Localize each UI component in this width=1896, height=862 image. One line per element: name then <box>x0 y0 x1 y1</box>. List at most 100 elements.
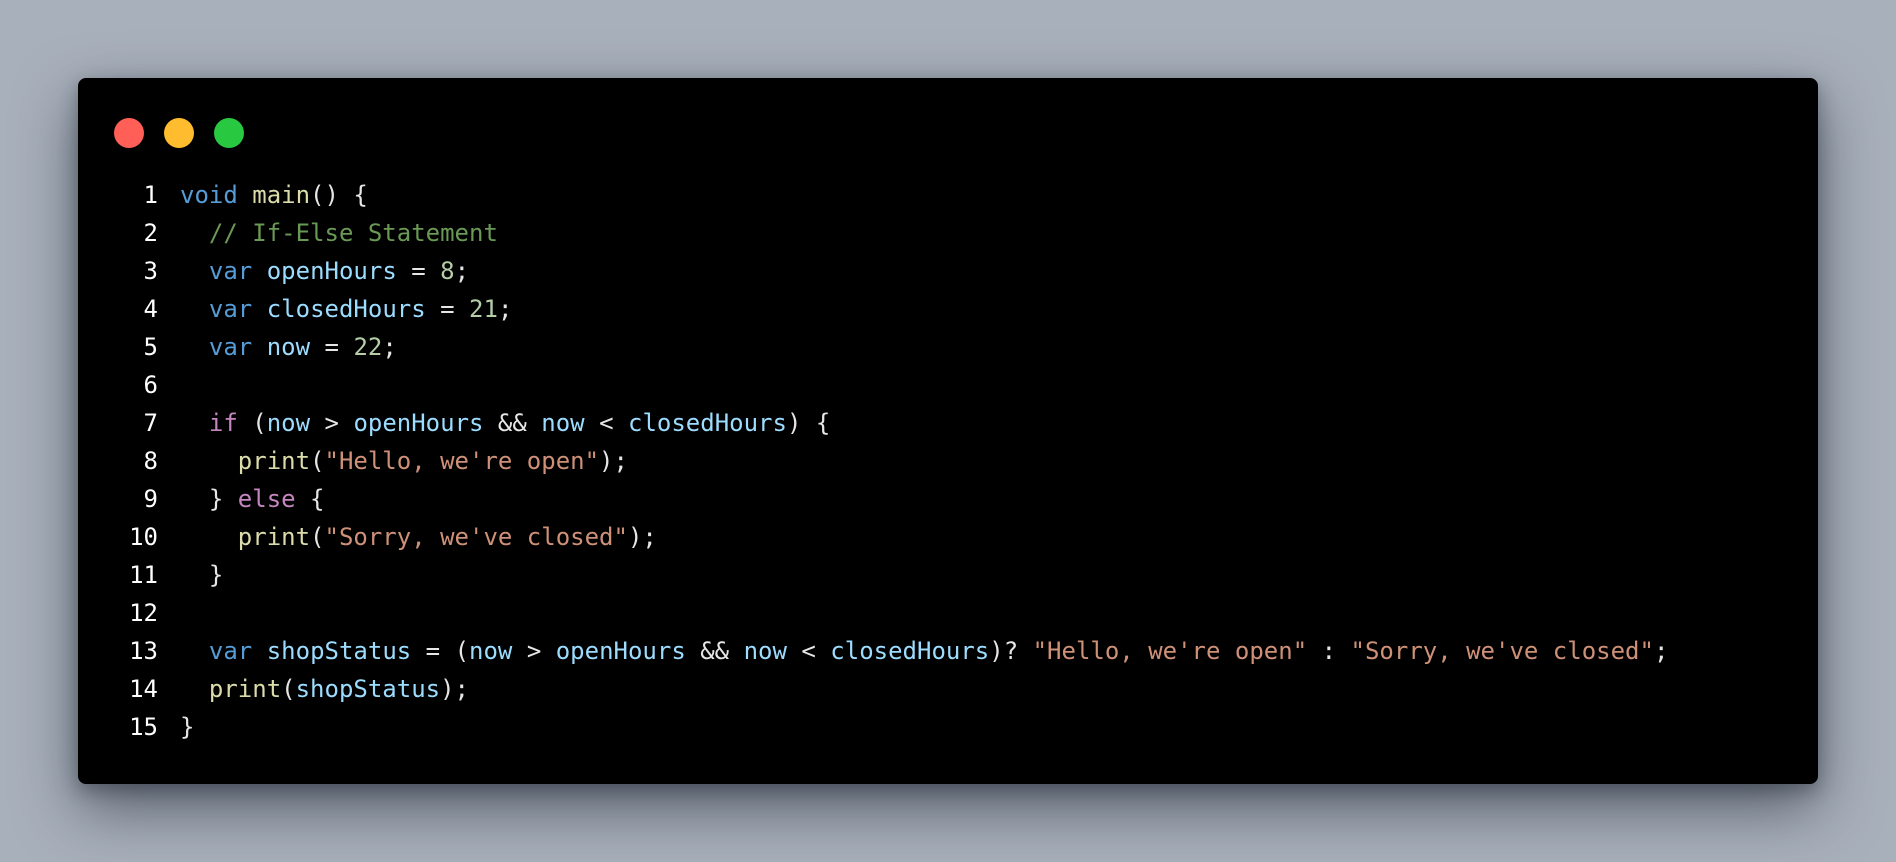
code-token: ; <box>1653 637 1669 665</box>
code-line: 9 } else { <box>78 480 1818 518</box>
code-text: } <box>158 708 194 746</box>
line-number: 8 <box>143 447 158 475</box>
code-token: > <box>512 637 556 665</box>
code-token: if <box>208 409 238 437</box>
code-line: 4 var closedHours = 21; <box>78 290 1818 328</box>
code-token: var <box>208 257 253 285</box>
code-token: closedHours <box>628 409 787 437</box>
code-token: "Sorry, we've closed" <box>324 523 628 551</box>
close-dot-icon[interactable] <box>114 118 144 148</box>
code-token: now <box>469 637 513 665</box>
code-token: } <box>180 713 195 741</box>
code-token: ( <box>237 409 267 437</box>
code-line: 7 if (now > openHours && now < closedHou… <box>78 404 1818 442</box>
code-token: "Hello, we're open" <box>324 447 600 475</box>
line-number: 12 <box>129 599 158 627</box>
code-text: var shopStatus = (now > openHours && now… <box>158 632 1669 670</box>
code-block: 1 void main() {2 // If-Else Statement 3 va… <box>78 176 1818 746</box>
line-number: 11 <box>129 561 158 589</box>
code-window: 1 void main() {2 // If-Else Statement 3 va… <box>78 78 1818 784</box>
code-token: ; <box>497 295 513 323</box>
code-token: print <box>237 447 311 475</box>
code-text: } <box>158 556 223 594</box>
code-token: now <box>266 333 311 361</box>
code-token: void <box>180 181 238 209</box>
code-token: ; <box>454 257 470 285</box>
window-controls <box>114 118 244 148</box>
code-token: else <box>237 485 296 513</box>
code-token: 22 <box>353 333 383 361</box>
code-line: 14 print(shopStatus); <box>78 670 1818 708</box>
code-line: 1 void main() { <box>78 176 1818 214</box>
code-text: var closedHours = 21; <box>158 290 512 328</box>
code-token: "Sorry, we've closed" <box>1350 637 1654 665</box>
code-token: = <box>425 295 470 323</box>
code-token: ); <box>627 523 657 551</box>
code-token: = ( <box>411 637 470 665</box>
code-token: ; <box>382 333 397 361</box>
code-token: print <box>208 675 282 703</box>
line-number: 6 <box>143 371 158 399</box>
code-token: shopStatus <box>266 637 412 665</box>
line-number: 10 <box>129 523 158 551</box>
code-token: )? <box>989 637 1033 665</box>
code-text: var openHours = 8; <box>158 252 469 290</box>
line-number: 9 <box>143 485 158 513</box>
line-number: 14 <box>129 675 158 703</box>
code-token: ); <box>599 447 628 475</box>
line-number: 2 <box>143 219 158 247</box>
line-number: 4 <box>143 295 158 323</box>
code-token: now <box>266 409 311 437</box>
code-token: // If-Else Statement <box>208 219 498 247</box>
code-token: () { <box>310 181 368 209</box>
code-token: < <box>584 409 628 437</box>
code-text: print("Sorry, we've closed"); <box>158 518 657 556</box>
code-token: : <box>1307 637 1351 665</box>
line-number: 3 <box>143 257 158 285</box>
code-token: closedHours <box>830 637 990 665</box>
code-token: print <box>237 523 311 551</box>
code-token: } <box>180 485 238 513</box>
code-line: 5 var now = 22; <box>78 328 1818 366</box>
code-token: { <box>295 485 325 513</box>
code-token: 21 <box>469 295 498 323</box>
code-token: var <box>208 637 253 665</box>
code-token: && <box>483 409 542 437</box>
code-line: 15} <box>78 708 1818 746</box>
code-token: now <box>743 637 787 665</box>
line-number: 15 <box>129 713 158 741</box>
code-text: } else { <box>158 480 325 518</box>
code-line: 8 print("Hello, we're open"); <box>78 442 1818 480</box>
code-token: = <box>396 257 441 285</box>
code-line: 11 } <box>78 556 1818 594</box>
code-text: if (now > openHours && now < closedHours… <box>158 404 830 442</box>
line-number: 5 <box>143 333 158 361</box>
code-line: 13 var shopStatus = (now > openHours && … <box>78 632 1818 670</box>
code-token: ); <box>440 675 470 703</box>
line-number: 7 <box>143 409 158 437</box>
code-token: ( <box>310 523 325 551</box>
minimize-dot-icon[interactable] <box>164 118 194 148</box>
code-text: void main() { <box>158 176 368 214</box>
code-token: ( <box>281 675 296 703</box>
code-text: print(shopStatus); <box>158 670 469 708</box>
code-token: shopStatus <box>295 675 441 703</box>
code-token: ) { <box>786 409 831 437</box>
code-line: 6 <box>78 366 1818 404</box>
code-token: = <box>310 333 354 361</box>
code-line: 10 print("Sorry, we've closed"); <box>78 518 1818 556</box>
line-number: 1 <box>143 181 158 209</box>
code-token: "Hello, we're open" <box>1032 637 1308 665</box>
code-token: > <box>310 409 354 437</box>
maximize-dot-icon[interactable] <box>214 118 244 148</box>
